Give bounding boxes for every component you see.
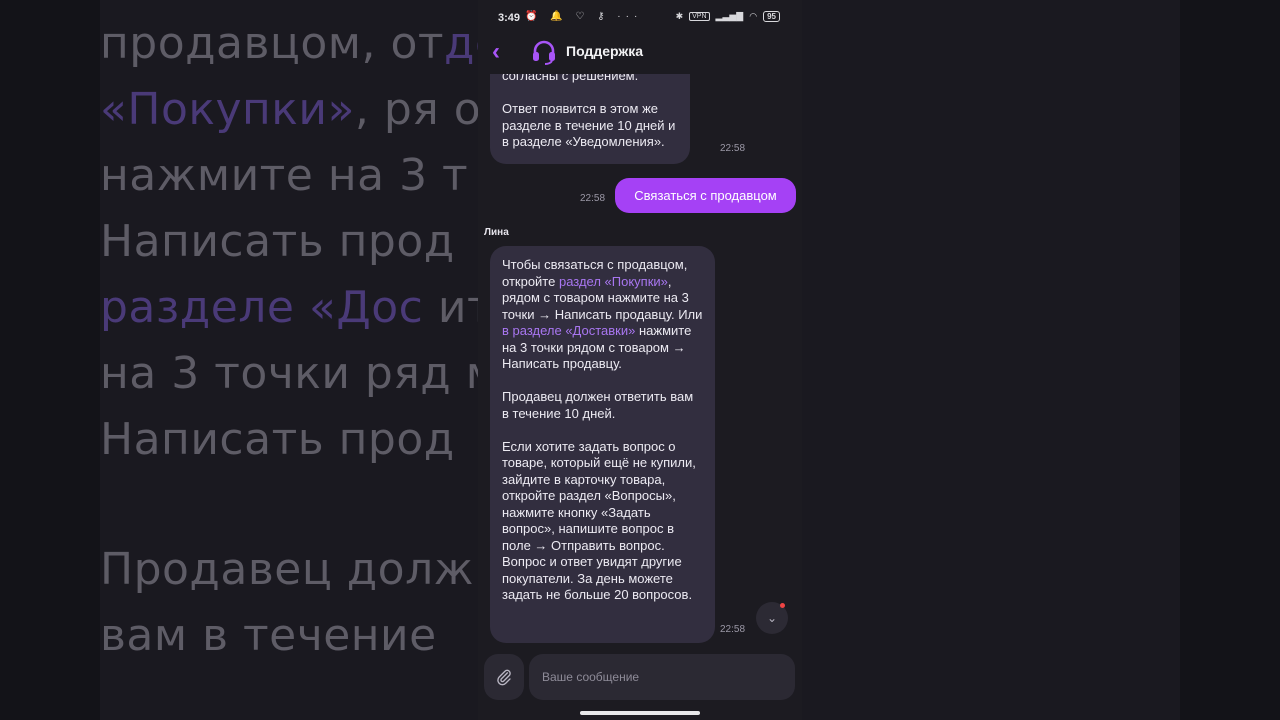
link-purchases[interactable]: раздел «Покупки» — [559, 274, 668, 289]
message-time: 22:58 — [720, 143, 746, 154]
attach-button[interactable] — [484, 654, 524, 700]
message-text: Если хотите задать вопрос о товаре, кото… — [502, 438, 696, 603]
battery-indicator: 95 — [763, 11, 780, 22]
paperclip-icon — [497, 669, 511, 686]
link-deliveries[interactable]: в разделе «Доставки» — [502, 323, 635, 338]
message-text: Ответ появится в этом же разделе в течен… — [502, 101, 676, 149]
notification-icons: ⏰ 🔔 ♡ ⚷ ··· — [525, 11, 643, 22]
outgoing-message: Связаться с продавцом — [615, 178, 796, 213]
bg-text-line: вам в течение — [100, 610, 437, 661]
message-input[interactable] — [529, 654, 795, 700]
message-composer — [478, 654, 802, 704]
vpn-badge: VPN — [689, 12, 710, 21]
page-title: Поддержка — [566, 43, 644, 59]
incoming-message: Чтобы связаться с продавцом, откройте ра… — [490, 246, 715, 643]
signal-icon: ▂▃▅▇ — [715, 11, 744, 21]
chevron-down-icon: ⌄ — [766, 611, 778, 625]
message-text: Продавец должен ответить вам в течение 1… — [502, 389, 694, 421]
message-text: Чтобы связаться с продавцом, откройте ра… — [502, 257, 703, 371]
status-time: 3:49 — [498, 12, 521, 24]
incoming-message: согласны с решением. Ответ появится в эт… — [490, 74, 690, 164]
sender-name: Лина — [484, 227, 509, 238]
bg-shade-left — [0, 0, 100, 720]
phone-screen: 3:49 ⏰ 🔔 ♡ ⚷ ··· ✱ VPN ▂▃▅▇ ◠ 95 ‹ Подде… — [478, 0, 802, 720]
message-time: 22:58 — [580, 193, 606, 204]
status-bar: 3:49 ⏰ 🔔 ♡ ⚷ ··· ✱ VPN ▂▃▅▇ ◠ 95 — [478, 0, 802, 34]
bluetooth-icon: ✱ — [675, 11, 684, 21]
bg-text-line: нажмите на 3 т — [100, 150, 469, 201]
scroll-down-button[interactable]: ⌄ — [756, 602, 788, 634]
bg-text-line: Написать прод — [100, 216, 455, 267]
system-icons: ✱ VPN ▂▃▅▇ ◠ 95 — [676, 11, 780, 22]
bg-shade-right — [1180, 0, 1280, 720]
headset-icon — [533, 40, 555, 65]
bg-text-line: разделе «Дос ите — [100, 282, 521, 333]
message-time: 22:58 — [720, 624, 746, 635]
chevron-left-icon[interactable]: ‹ — [492, 38, 500, 66]
bg-text-line: продавцом, отдел — [100, 18, 531, 69]
bg-text-line: «Покупки», ря ом — [100, 84, 515, 135]
unread-dot — [780, 603, 785, 608]
message-list[interactable]: согласны с решением. Ответ появится в эт… — [478, 74, 802, 646]
bg-text-line: Написать прод — [100, 414, 455, 465]
home-indicator[interactable] — [580, 711, 700, 715]
bg-text-line: Продавец долж о — [100, 544, 515, 595]
wifi-icon: ◠ — [749, 11, 758, 21]
chat-header: ‹ Поддержка — [478, 34, 802, 74]
message-text: согласны с решением. — [502, 74, 639, 83]
